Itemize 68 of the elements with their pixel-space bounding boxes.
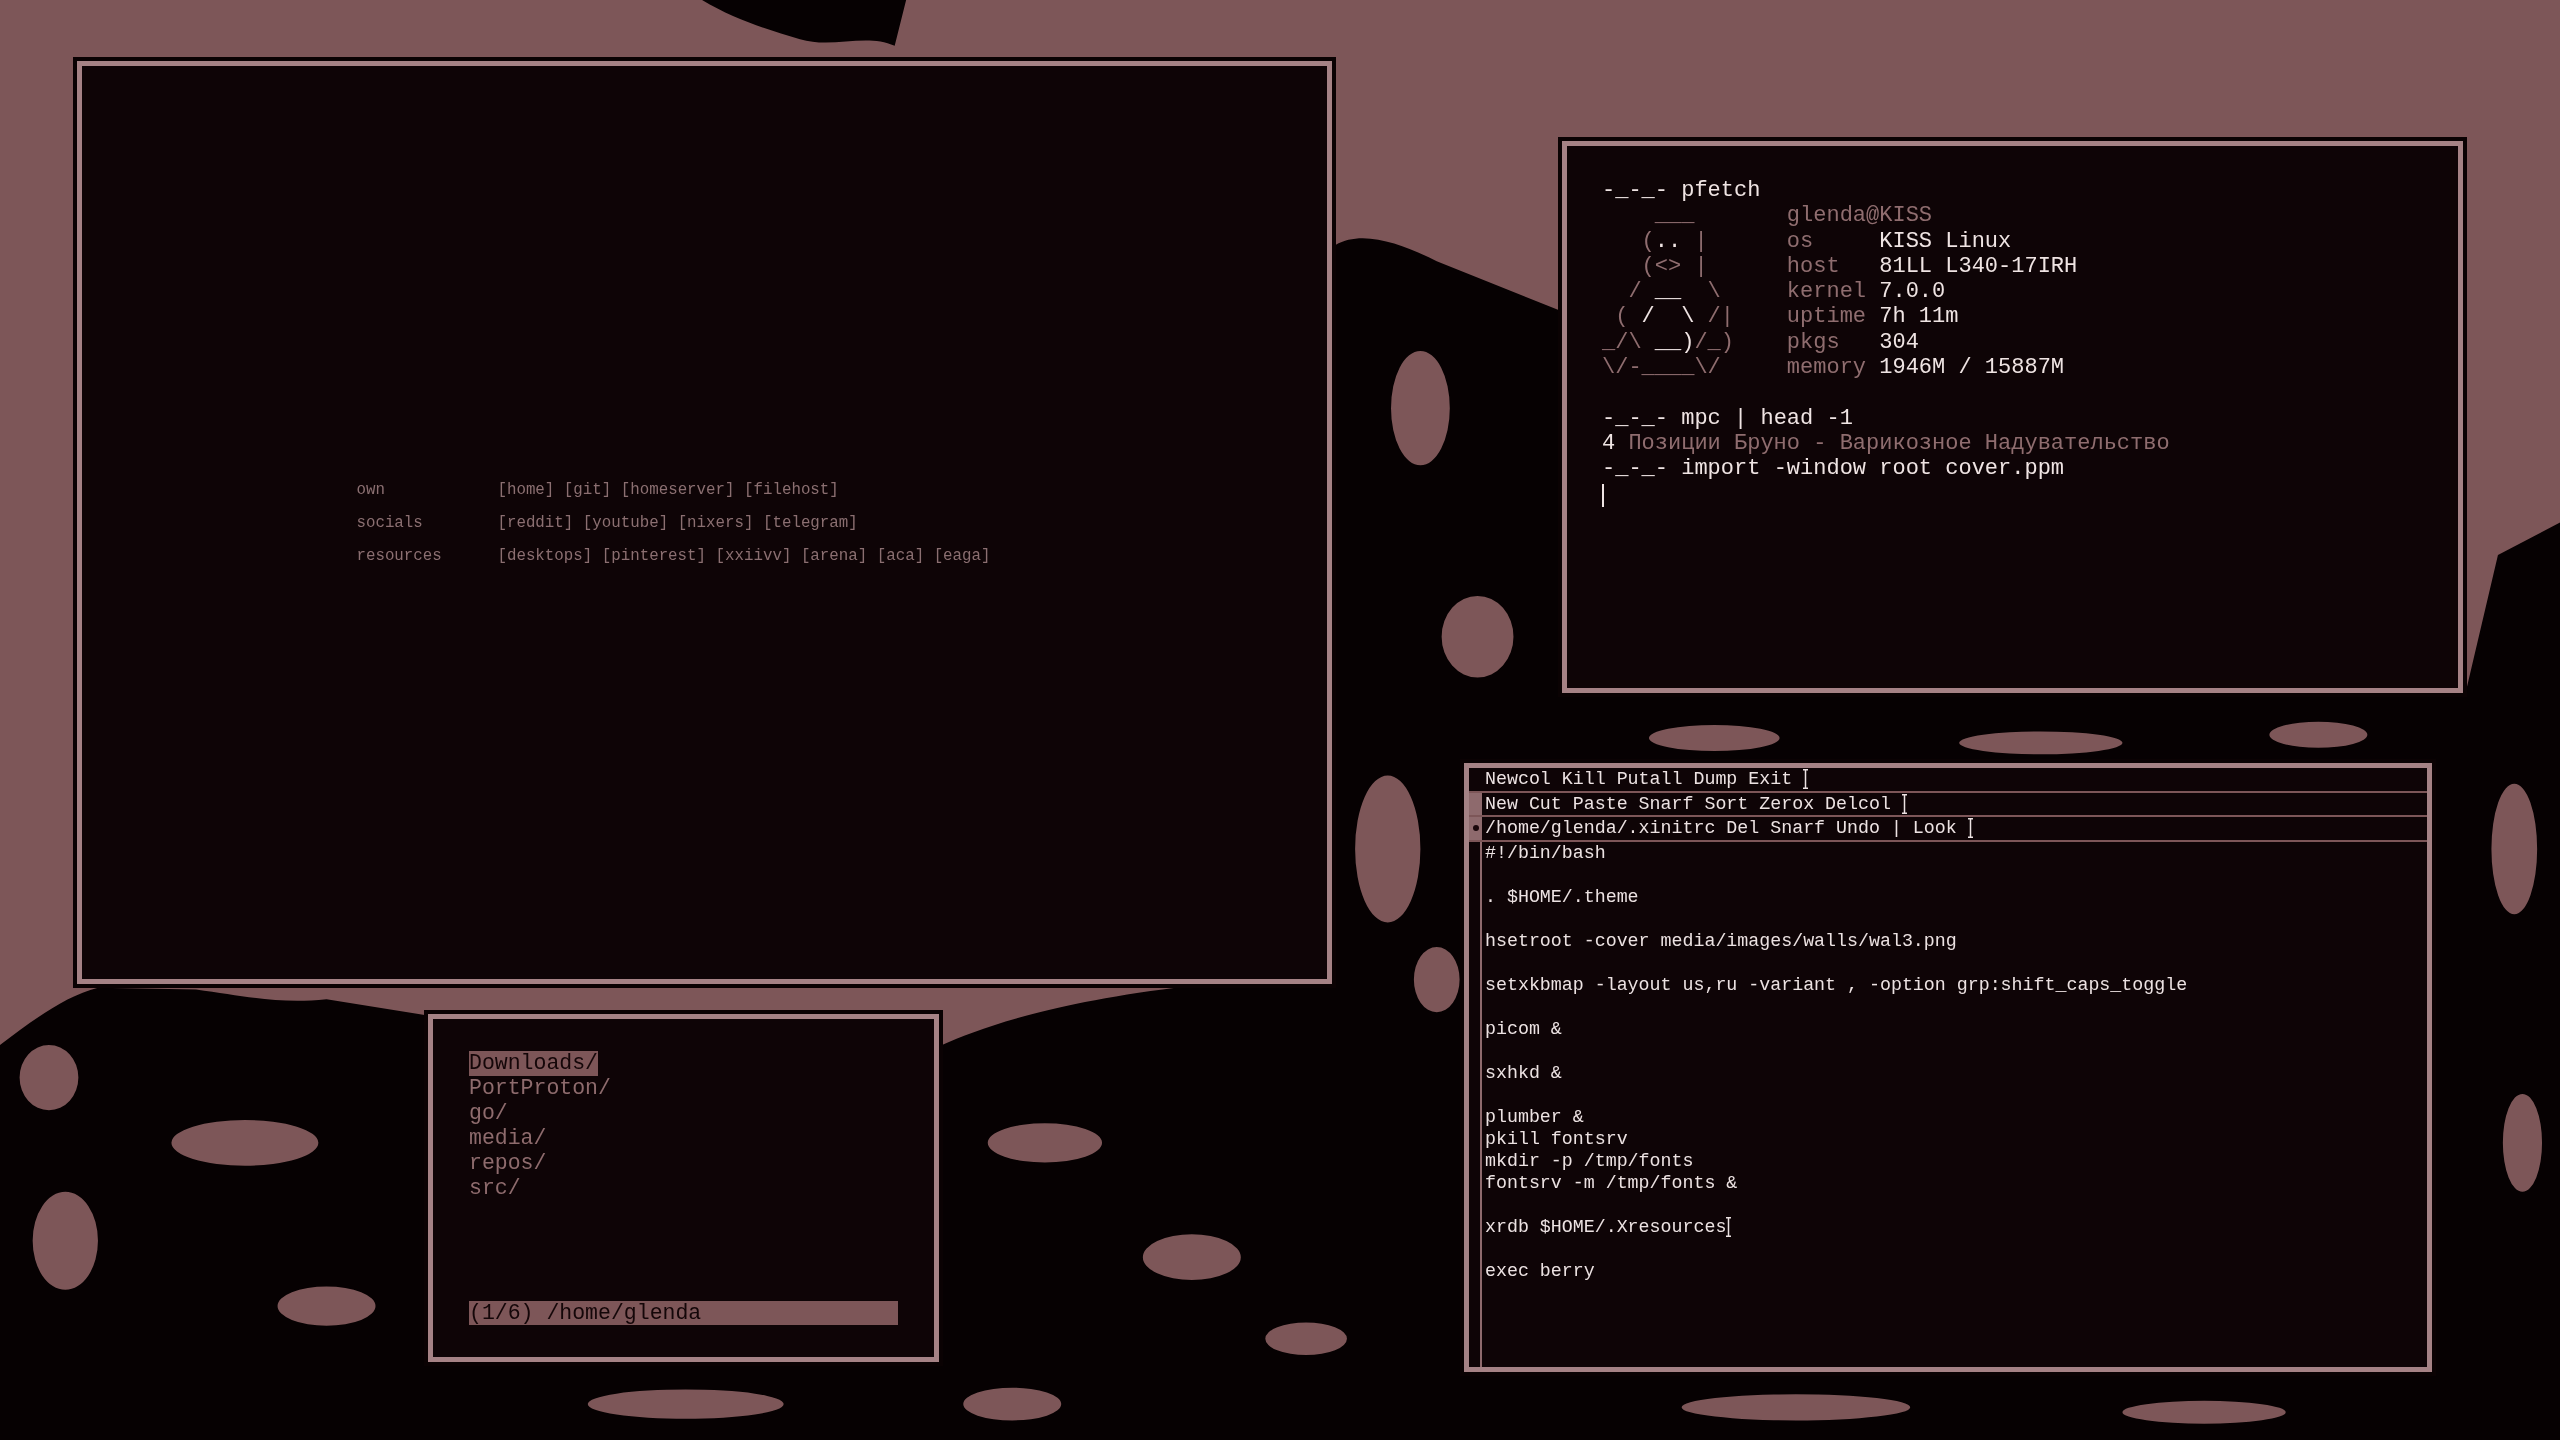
- window-tag[interactable]: /home/glenda/.xinitrc Del Snarf Undo | Look: [1485, 817, 1957, 840]
- link[interactable]: [telegram]: [762, 513, 858, 532]
- info-value: 81LL L340-17IRH: [1879, 253, 2078, 280]
- link[interactable]: [homeserver]: [620, 480, 735, 499]
- window-handle[interactable]: [1469, 817, 1482, 840]
- command-line: -_-_- import -window root cover.ppm: [1602, 456, 2065, 482]
- category-label: own: [356, 480, 386, 499]
- dot-icon: [1472, 825, 1479, 832]
- link[interactable]: [pinterest]: [601, 546, 707, 565]
- code-line: pkill fontsrv: [1485, 1127, 1628, 1150]
- category-label: resources: [356, 546, 443, 565]
- code-line: #!/bin/bash: [1485, 841, 1606, 864]
- file-entry[interactable]: go/: [469, 1101, 508, 1126]
- command-line: -_-_- mpc | head -1: [1602, 405, 1853, 431]
- code-line: exec berry: [1485, 1259, 1595, 1282]
- file-entry[interactable]: repos/: [469, 1151, 547, 1176]
- link[interactable]: [eaga]: [933, 546, 991, 565]
- code-line: mkdir -p /tmp/fonts: [1485, 1149, 1694, 1172]
- info-value: 304: [1879, 329, 1919, 356]
- ascii-art-line: (<> |: [1640, 253, 1709, 280]
- link[interactable]: [nixers]: [677, 513, 754, 532]
- link[interactable]: [xxiivv]: [715, 546, 792, 565]
- file-entry[interactable]: src/: [469, 1176, 521, 1201]
- column-handle[interactable]: [1469, 792, 1482, 815]
- code-line: setxkbmap -layout us,ru -variant , -option grp:shift_caps_toggle: [1485, 973, 2188, 996]
- link[interactable]: [home]: [497, 480, 555, 499]
- info-label: pkgs: [1786, 329, 1841, 356]
- link[interactable]: [filehost]: [744, 480, 839, 499]
- code-line: hsetroot -cover media/images/walls/wal3.png: [1485, 929, 1957, 952]
- text-cursor-icon: [1602, 483, 1604, 507]
- column-tag[interactable]: New Cut Paste Snarf Sort Zerox Delcol: [1485, 792, 1891, 815]
- info-label: kernel: [1786, 279, 1868, 305]
- code-line: . $HOME/.theme: [1485, 885, 1639, 908]
- ascii-art-line: (.. |: [1640, 228, 1709, 254]
- link[interactable]: [git]: [563, 480, 612, 499]
- status-bar: (1/6) /home/glenda: [469, 1301, 898, 1325]
- ascii-art-line: _/\ __)/_): [1602, 329, 1736, 356]
- info-label: host: [1786, 253, 1841, 280]
- info-label: os: [1786, 228, 1815, 254]
- ascii-art-line: ___: [1653, 203, 1696, 229]
- link[interactable]: [arena]: [800, 546, 868, 565]
- file-entry[interactable]: Downloads/: [469, 1051, 599, 1076]
- file-entry[interactable]: PortProton/: [469, 1076, 611, 1101]
- file-entry[interactable]: media/: [469, 1126, 547, 1151]
- ascii-art-line: / __ \: [1627, 279, 1722, 305]
- link[interactable]: [youtube]: [582, 513, 669, 532]
- info-value: 7h 11m: [1879, 304, 1959, 330]
- ascii-art-line: \/-____\/: [1602, 355, 1722, 381]
- user-host: glenda@KISS: [1786, 203, 1933, 229]
- track-title: Позиции Бруно - Варикозное Надувательство: [1628, 430, 2170, 457]
- track-number: 4: [1602, 430, 1616, 457]
- link[interactable]: [desktops]: [497, 546, 593, 565]
- info-value: 1946M / 15887M: [1879, 355, 2065, 381]
- category-label: socials: [356, 513, 424, 532]
- info-label: memory: [1786, 355, 1868, 381]
- ascii-art-line: ( / \ /|: [1614, 304, 1736, 330]
- code-line: xrdb $HOME/.Xresources: [1485, 1215, 1727, 1238]
- info-label: uptime: [1786, 304, 1868, 330]
- code-line: sxhkd &: [1485, 1061, 1562, 1084]
- info-value: 7.0.0: [1879, 279, 1946, 305]
- code-line: fontsrv -m /tmp/fonts &: [1485, 1171, 1738, 1194]
- code-line: picom &: [1485, 1017, 1562, 1040]
- link[interactable]: [reddit]: [497, 513, 574, 532]
- code-line: plumber &: [1485, 1105, 1584, 1128]
- info-value: KISS Linux: [1879, 228, 2012, 254]
- link[interactable]: [aca]: [876, 546, 925, 565]
- command-line: -_-_- pfetch: [1602, 178, 1761, 204]
- main-tag[interactable]: Newcol Kill Putall Dump Exit: [1485, 768, 1793, 791]
